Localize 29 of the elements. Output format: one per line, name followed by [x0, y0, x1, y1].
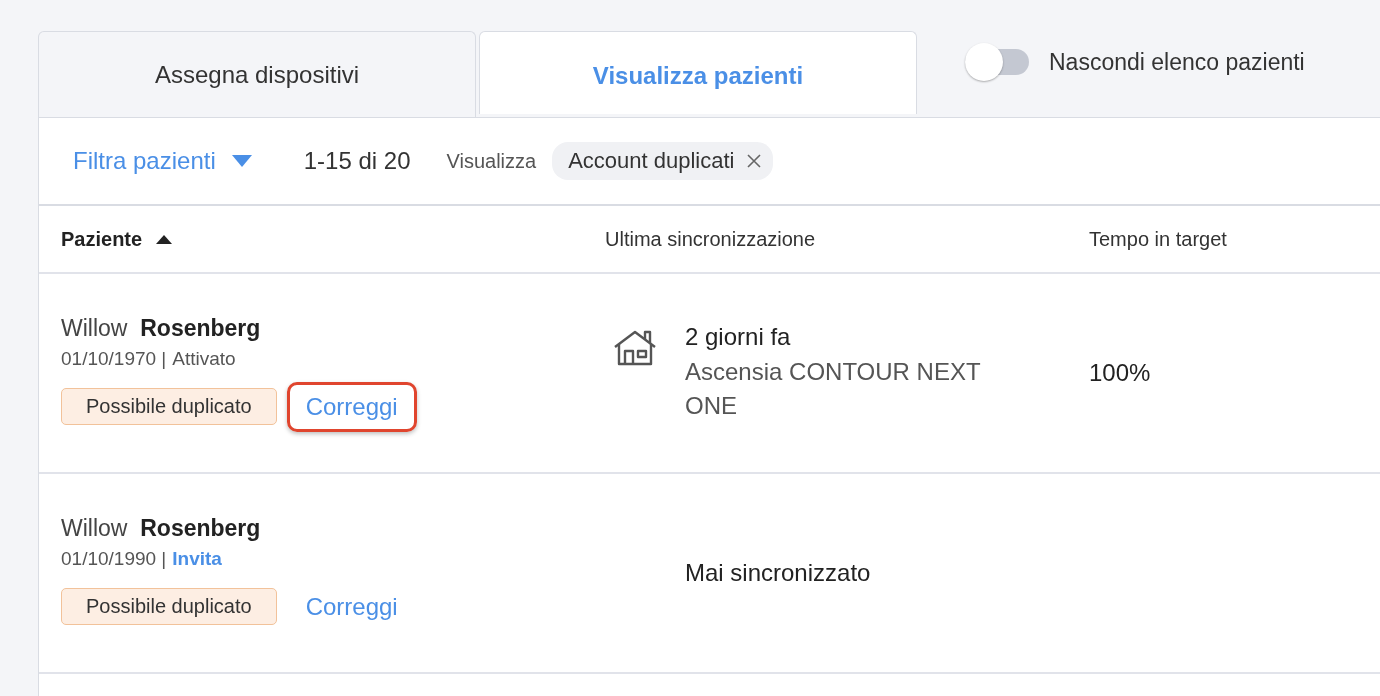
invite-link[interactable]: Invita [172, 547, 222, 570]
birth-date: 01/10/1990 | [61, 547, 167, 570]
tab[interactable]: Visualizza pazienti [479, 31, 917, 114]
status-text: Attivato [172, 347, 236, 370]
column-header[interactable]: Tempo in target [1089, 227, 1227, 251]
filter-dropdown[interactable]: Filtra pazienti [73, 147, 252, 175]
toggle-label: Nascondi elenco pazienti [1049, 48, 1305, 76]
birth-date: 01/10/1970 | [61, 347, 167, 370]
view-label: Visualizza [446, 149, 537, 173]
fix-link[interactable]: Correggi [286, 581, 417, 632]
duplicate-badge: Possibile duplicato [61, 388, 277, 425]
time-in-target: 100% [1089, 359, 1151, 386]
page-range: 1-15 di 20 [303, 147, 411, 175]
duplicate-badge: Possibile duplicato [61, 588, 277, 625]
sync-time: Mai sincronizzato [685, 559, 872, 587]
fix-link[interactable]: Correggi [286, 381, 417, 432]
device-name: Ascensia CONTOUR NEXT ONE [685, 357, 982, 421]
sync-time: 2 giorni fa [685, 323, 792, 352]
sort-up-icon [156, 234, 173, 244]
house-icon [613, 329, 657, 368]
chip-label: Account duplicati [568, 148, 735, 174]
close-icon[interactable] [746, 154, 761, 168]
tab[interactable]: Assegna dispositivi [38, 31, 476, 117]
column-header[interactable]: Ultima sincronizzazione [605, 227, 816, 251]
toggle-switch[interactable] [963, 41, 1031, 83]
patient-name: Willow Rosenberg [61, 514, 262, 542]
patient-name: Willow Rosenberg [61, 314, 262, 342]
caret-icon [231, 155, 252, 167]
column-header[interactable]: Paziente [61, 227, 143, 251]
